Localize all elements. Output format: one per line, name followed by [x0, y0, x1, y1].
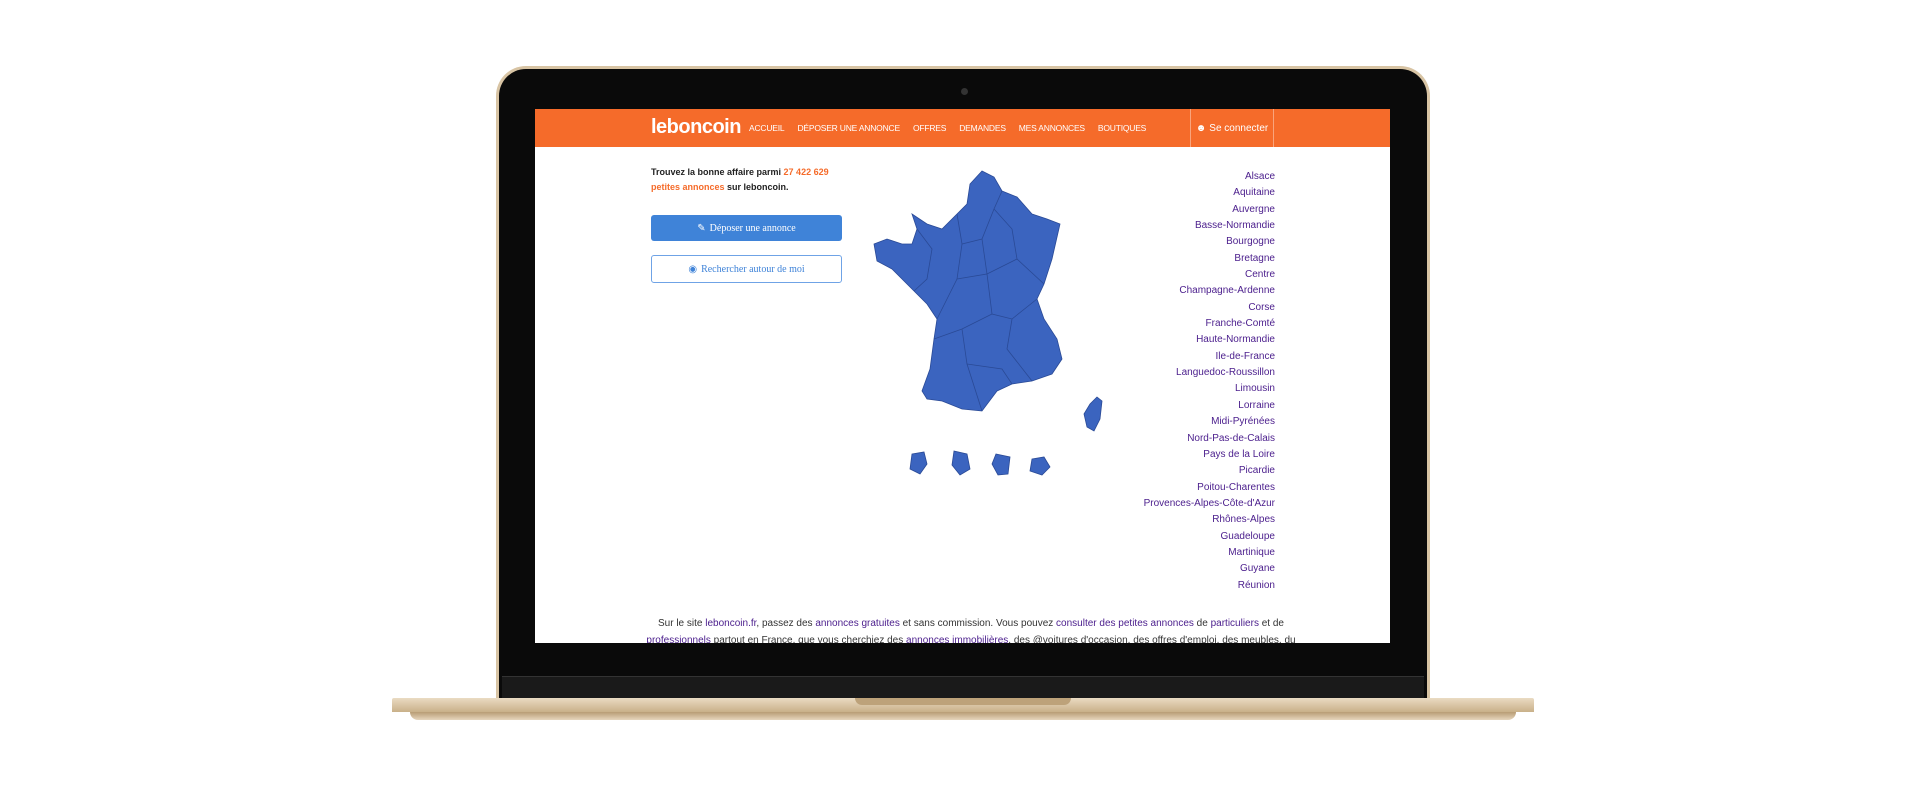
- nav-offres[interactable]: OFFRES: [913, 123, 946, 133]
- france-map[interactable]: [872, 169, 1112, 489]
- region-link[interactable]: Basse-Normandie: [1144, 218, 1275, 234]
- link-individuals[interactable]: particuliers: [1211, 618, 1259, 629]
- region-link[interactable]: Alsace: [1144, 169, 1275, 185]
- region-link[interactable]: Haute-Normandie: [1144, 332, 1275, 348]
- laptop-chin: [502, 676, 1424, 698]
- main-nav: ACCUEIL DÉPOSER UNE ANNONCE OFFRES DEMAN…: [749, 123, 1146, 133]
- region-link[interactable]: Corse: [1144, 300, 1275, 316]
- region-link[interactable]: Rhônes-Alpes: [1144, 512, 1275, 528]
- map-guyane: [991, 453, 1011, 476]
- region-link[interactable]: Midi-Pyrénées: [1144, 414, 1275, 430]
- post-ad-label: Déposer une annonce: [709, 222, 796, 234]
- region-link[interactable]: Champagne-Ardenne: [1144, 283, 1275, 299]
- nav-deposer[interactable]: DÉPOSER UNE ANNONCE: [797, 123, 900, 133]
- region-link[interactable]: Martinique: [1144, 545, 1275, 561]
- region-link[interactable]: Nord-Pas-de-Calais: [1144, 431, 1275, 447]
- map-mainland: [873, 170, 1063, 412]
- browser-screen: leboncoin ACCUEIL DÉPOSER UNE ANNONCE OF…: [535, 109, 1390, 643]
- region-link[interactable]: Limousin: [1144, 381, 1275, 397]
- map-guadeloupe: [909, 451, 928, 475]
- location-icon: ◉: [688, 263, 698, 275]
- search-nearby-label: Rechercher autour de moi: [701, 263, 805, 275]
- laptop-base-bottom: [410, 712, 1516, 720]
- link-free-ads[interactable]: annonces gratuites: [815, 618, 900, 629]
- text: de: [1193, 618, 1211, 629]
- intro-prefix: Trouvez la bonne affaire parmi: [651, 167, 784, 177]
- region-link[interactable]: Centre: [1144, 267, 1275, 283]
- region-link[interactable]: Guadeloupe: [1144, 529, 1276, 545]
- region-link[interactable]: Pays de la Loire: [1144, 447, 1275, 463]
- nav-mes-annonces[interactable]: MES ANNONCES: [1019, 123, 1085, 133]
- map-corsica: [1083, 396, 1103, 432]
- region-link[interactable]: Languedoc-Roussillon: [1144, 365, 1275, 381]
- link-real-estate[interactable]: annonces immobilières: [906, 635, 1008, 643]
- nav-boutiques[interactable]: BOUTIQUES: [1098, 123, 1146, 133]
- text: partout en France, que vous cherchiez de…: [710, 635, 907, 643]
- link-leboncoin[interactable]: leboncoin.fr: [705, 618, 756, 629]
- region-link[interactable]: Aquitaine: [1144, 185, 1275, 201]
- link-professionals[interactable]: professionnels: [646, 635, 710, 643]
- post-ad-button[interactable]: ✎ Déposer une annonce: [651, 215, 842, 241]
- nav-accueil[interactable]: ACCUEIL: [749, 123, 785, 133]
- text: , des @voitures d'occasion, des offres d…: [1008, 635, 1296, 643]
- map-reunion: [1029, 456, 1051, 476]
- seo-paragraph: Sur le site leboncoin.fr, passez des ann…: [631, 615, 1311, 643]
- search-nearby-button[interactable]: ◉ Rechercher autour de moi: [651, 255, 842, 283]
- text: Sur le site: [658, 618, 706, 629]
- region-link[interactable]: Bretagne: [1144, 251, 1275, 267]
- region-link[interactable]: Réunion: [1144, 578, 1275, 594]
- laptop-notch: [855, 698, 1071, 705]
- text: , passez des: [756, 618, 816, 629]
- region-link[interactable]: Lorraine: [1144, 398, 1275, 414]
- text: et de: [1258, 618, 1284, 629]
- region-link[interactable]: Franche-Comté: [1144, 316, 1275, 332]
- region-list: Alsace Aquitaine Auvergne Basse-Normandi…: [1144, 169, 1275, 594]
- text: et sans commission. Vous pouvez: [899, 618, 1057, 629]
- site-header: leboncoin ACCUEIL DÉPOSER UNE ANNONCE OF…: [535, 109, 1390, 147]
- link-browse-ads[interactable]: consulter des petites annonces: [1056, 618, 1194, 629]
- webcam: [961, 88, 968, 95]
- login-label: Se connecter: [1209, 122, 1269, 134]
- intro-suffix: sur leboncoin.: [724, 182, 789, 192]
- region-link[interactable]: Provences-Alpes-Côte-d'Azur: [1144, 496, 1275, 512]
- region-link[interactable]: Picardie: [1144, 463, 1275, 479]
- region-link[interactable]: Poitou-Charentes: [1144, 480, 1275, 496]
- region-link[interactable]: Auvergne: [1144, 202, 1275, 218]
- login-button[interactable]: ☻ Se connecter: [1190, 109, 1274, 147]
- region-link[interactable]: Guyane: [1144, 561, 1275, 577]
- intro-text: Trouvez la bonne affaire parmi 27 422 62…: [651, 165, 851, 195]
- region-link[interactable]: Bourgogne: [1144, 234, 1275, 250]
- map-martinique: [951, 450, 971, 476]
- logo[interactable]: leboncoin: [651, 116, 741, 139]
- edit-icon: ✎: [697, 222, 706, 234]
- user-icon: ☻: [1195, 122, 1207, 134]
- nav-demandes[interactable]: DEMANDES: [959, 123, 1006, 133]
- region-link[interactable]: Ile-de-France: [1144, 349, 1275, 365]
